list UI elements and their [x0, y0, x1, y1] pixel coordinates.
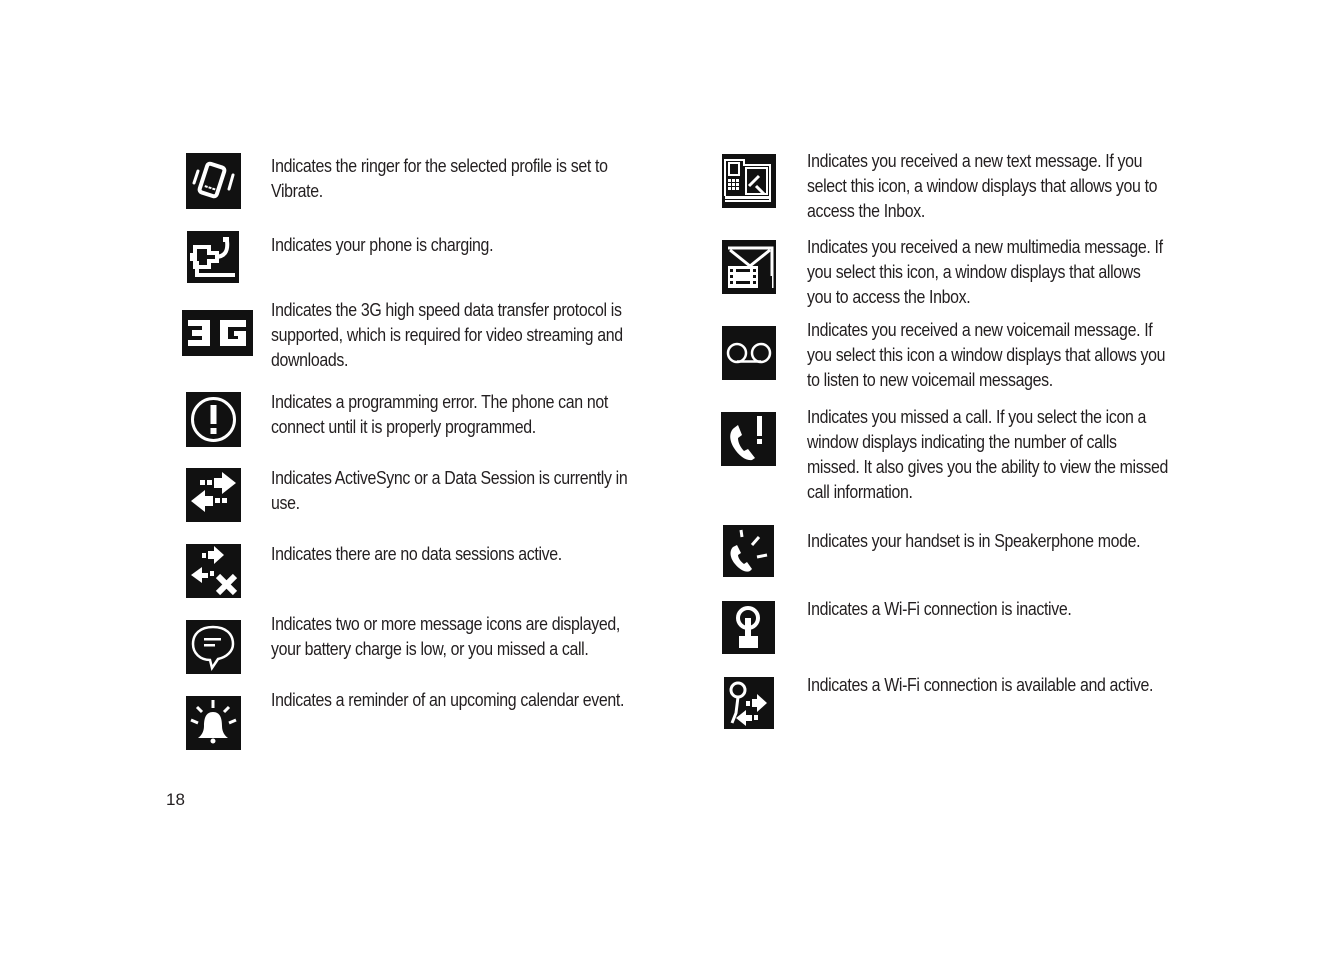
- icon-description: Indicates a Wi-Fi connection is inactive…: [807, 598, 1072, 619]
- icon-description: Indicates a programming error. The phone…: [271, 391, 608, 437]
- icon-description: Indicates you missed a call. If you sele…: [807, 406, 1168, 502]
- data-session-active-icon: [186, 468, 241, 522]
- no-data-session-icon: [186, 544, 241, 598]
- icon-description: Indicates the ringer for the selected pr…: [271, 155, 608, 201]
- icon-description: Indicates there are no data sessions act…: [271, 543, 562, 564]
- icon-description: Indicates your phone is charging.: [271, 234, 494, 255]
- calendar-reminder-icon: [186, 696, 241, 750]
- new-text-message-icon: [722, 154, 776, 208]
- voicemail-icon: [722, 326, 776, 380]
- 3g-icon: [182, 310, 253, 356]
- vibrate-icon: [186, 153, 241, 209]
- icon-description: Indicates you received a new multimedia …: [807, 236, 1163, 307]
- charging-icon: [187, 231, 239, 283]
- missed-call-icon: [721, 412, 776, 466]
- icon-description: Indicates a Wi-Fi connection is availabl…: [807, 674, 1154, 695]
- icon-description: Indicates two or more message icons are …: [271, 613, 620, 659]
- page-number: 18: [166, 790, 185, 809]
- icon-description: Indicates ActiveSync or a Data Session i…: [271, 467, 628, 513]
- programming-error-icon: [186, 392, 241, 447]
- wifi-inactive-icon: [722, 601, 775, 654]
- wifi-active-icon: [724, 677, 774, 729]
- icon-description: Indicates your handset is in Speakerphon…: [807, 530, 1141, 551]
- icon-description: Indicates you received a new text messag…: [807, 150, 1158, 221]
- icon-description: Indicates a reminder of an upcoming cale…: [271, 689, 625, 710]
- new-multimedia-message-icon: [722, 240, 776, 294]
- speakerphone-icon: [723, 525, 774, 577]
- icon-description: Indicates the 3G high speed data transfe…: [271, 299, 623, 370]
- icon-description: Indicates you received a new voicemail m…: [807, 319, 1166, 390]
- multiple-notifications-icon: [186, 620, 241, 674]
